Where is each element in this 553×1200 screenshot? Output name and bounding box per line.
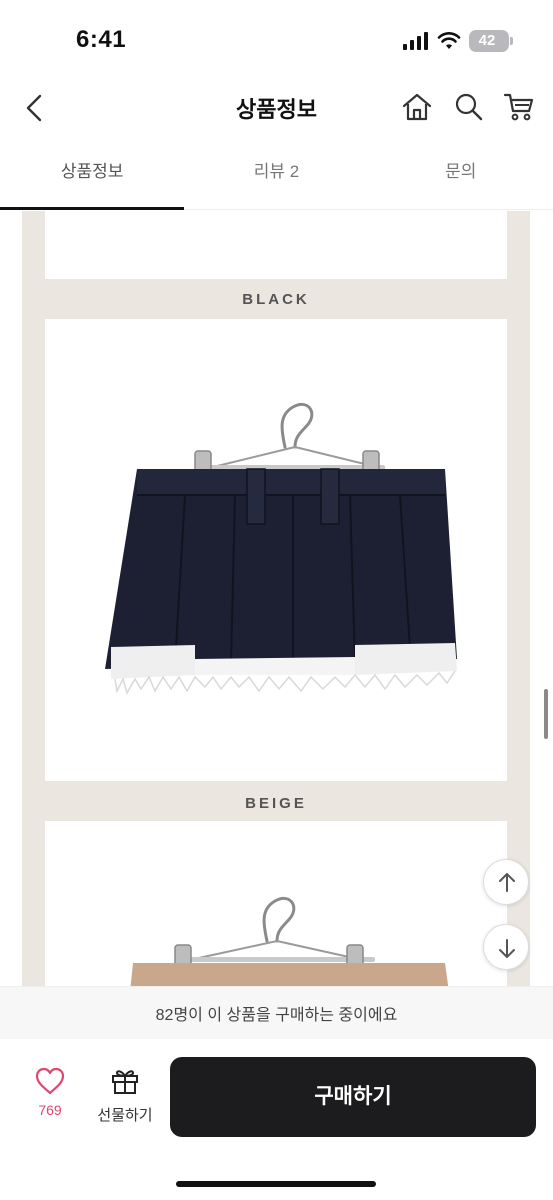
scroll-top-button[interactable] bbox=[483, 859, 529, 905]
product-image-black bbox=[45, 319, 507, 781]
tab-product-info[interactable]: 상품정보 bbox=[0, 140, 185, 210]
buy-button[interactable]: 구매하기 bbox=[170, 1057, 536, 1137]
tab-bar: 상품정보 리뷰 2 문의 bbox=[0, 140, 553, 210]
back-icon bbox=[26, 94, 42, 122]
gift-icon bbox=[112, 1070, 138, 1094]
signal-icon bbox=[403, 32, 428, 50]
image-panel-top bbox=[45, 211, 507, 279]
search-icon bbox=[455, 93, 483, 121]
arrow-down-icon bbox=[499, 939, 515, 958]
search-button[interactable] bbox=[452, 90, 486, 124]
product-image-beige bbox=[45, 821, 507, 991]
status-time: 6:41 bbox=[76, 26, 127, 53]
back-button[interactable] bbox=[18, 90, 54, 126]
page: 6:41 42 상품정보 상품정보 리뷰 2 문의 BLACK BEIGE 82… bbox=[0, 0, 553, 1200]
purchase-notice: 82명이 이 상품을 구매하는 중이에요 bbox=[155, 1007, 398, 1024]
scrollbar[interactable] bbox=[544, 689, 548, 739]
heart-icon bbox=[35, 1067, 65, 1095]
like-count: 769 bbox=[38, 1102, 62, 1118]
home-indicator bbox=[176, 1181, 376, 1187]
cart-icon bbox=[503, 93, 534, 121]
product-detail-content[interactable]: BLACK BEIGE bbox=[0, 211, 553, 991]
color-label-beige: BEIGE bbox=[245, 795, 307, 812]
header: 상품정보 bbox=[0, 80, 553, 136]
arrow-up-icon bbox=[499, 873, 515, 892]
status-icons: 42 bbox=[403, 30, 513, 52]
tab-reviews[interactable]: 리뷰 2 bbox=[184, 140, 368, 209]
scroll-bottom-button[interactable] bbox=[483, 924, 529, 970]
purchase-bar: 82명이 이 상품을 구매하는 중이에요 769 선물하기 구매하기 bbox=[0, 986, 553, 1200]
gift-label: 선물하기 bbox=[97, 1107, 153, 1124]
gift-button[interactable]: 선물하기 bbox=[92, 1067, 158, 1129]
status-bar: 6:41 42 bbox=[0, 0, 553, 80]
battery-level: 42 bbox=[478, 32, 496, 49]
black-skirt-illustration bbox=[105, 402, 457, 695]
home-icon bbox=[402, 93, 432, 121]
like-button[interactable]: 769 bbox=[24, 1067, 76, 1129]
color-label-black: BLACK bbox=[242, 291, 310, 308]
home-button[interactable] bbox=[400, 90, 434, 124]
cart-button[interactable] bbox=[502, 90, 536, 124]
battery-icon: 42 bbox=[469, 30, 513, 52]
beige-skirt-illustration bbox=[130, 896, 449, 991]
wifi-icon bbox=[437, 32, 461, 49]
action-row: 769 선물하기 구매하기 bbox=[0, 1057, 553, 1137]
tab-inquiry[interactable]: 문의 bbox=[369, 140, 553, 209]
